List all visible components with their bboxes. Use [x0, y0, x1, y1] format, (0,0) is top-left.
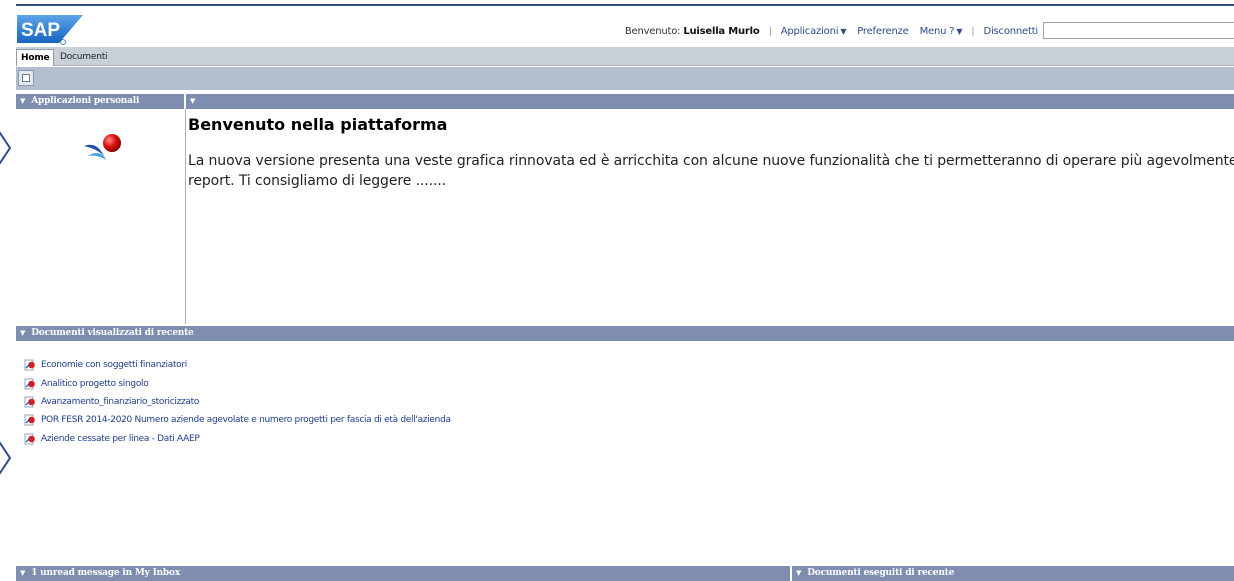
report-document-icon [24, 414, 36, 426]
list-item[interactable]: Aziende cessate per linea - Dati AAEP [24, 430, 451, 448]
preferences-link[interactable]: Preferenze [857, 26, 909, 37]
report-document-icon [24, 378, 36, 390]
report-document-icon [24, 396, 36, 408]
recent-documents-header[interactable]: ▼ Documenti visualizzati di recente [16, 326, 1234, 341]
document-link[interactable]: Economie con soggetti finanziatori [41, 360, 187, 370]
collapse-triangle-icon: ▼ [20, 569, 26, 577]
help-menu[interactable]: Menu ? ▼ [920, 26, 963, 37]
section-title: Documenti eseguiti di recente [807, 568, 955, 578]
document-link[interactable]: Aziende cessate per linea - Dati AAEP [41, 434, 200, 444]
welcome-title: Benvenuto nella piattaforma [188, 115, 448, 134]
separator: | [971, 26, 975, 37]
page-settings-button[interactable] [18, 70, 34, 86]
user-name: Luisella Murlo [683, 26, 760, 37]
personal-apps-header[interactable]: ▼ Applicazioni personali [16, 94, 184, 109]
section-title: Documenti visualizzati di recente [31, 328, 194, 338]
logout-link[interactable]: Disconnetti [983, 26, 1038, 37]
tab-documents[interactable]: Documenti [56, 49, 111, 66]
chevron-down-icon: ▼ [840, 27, 847, 36]
left-chevron-icon [0, 441, 12, 475]
collapse-triangle-icon: ▼ [20, 97, 26, 105]
applications-menu[interactable]: Applicazioni ▼ [781, 26, 847, 37]
tab-strip: Home Documenti [16, 47, 1234, 66]
list-item[interactable]: Avanzamento_finanziario_storicizzato [24, 393, 451, 411]
document-link[interactable]: Analitico progetto singolo [41, 379, 149, 389]
collapse-triangle-icon: ▼ [796, 569, 802, 577]
panel-divider [185, 109, 186, 324]
tab-home[interactable]: Home [16, 49, 55, 66]
list-item[interactable]: Economie con soggetti finanziatori [24, 356, 451, 374]
sap-logo: SAP [17, 13, 83, 45]
left-chevron-icon [0, 131, 12, 165]
welcome-line-1: La nuova versione presenta una veste gra… [188, 153, 1234, 169]
header-links: Benvenuto: Luisella Murlo | Applicazioni… [625, 26, 1038, 37]
list-item[interactable]: Analitico progetto singolo [24, 374, 451, 392]
welcome-label: Benvenuto: [624, 26, 681, 37]
welcome-text: La nuova versione presenta una veste gra… [188, 151, 1234, 191]
section-title: Applicazioni personali [31, 96, 140, 106]
report-document-icon [24, 433, 36, 445]
grid-icon [22, 74, 30, 82]
separator: | [768, 26, 772, 37]
chevron-down-icon: ▼ [956, 27, 963, 36]
document-link[interactable]: POR FESR 2014-2020 Numero aziende agevol… [41, 415, 451, 425]
top-header: SAP Benvenuto: Luisella Murlo | Applicaz… [0, 0, 1234, 46]
collapse-triangle-icon: ▼ [190, 97, 196, 105]
app-launcher-icon[interactable] [78, 130, 128, 166]
welcome-line-2: report. Ti consigliamo di leggere ......… [188, 173, 447, 189]
recent-documents-list: Economie con soggetti finanziatori Anali… [24, 356, 451, 448]
inbox-header[interactable]: ▼ 1 unread message in My Inbox [16, 566, 790, 581]
collapse-triangle-icon: ▼ [20, 329, 26, 337]
svg-text:SAP: SAP [21, 20, 60, 41]
toolbar [16, 67, 1234, 90]
list-item[interactable]: POR FESR 2014-2020 Numero aziende agevol… [24, 411, 451, 429]
search-input[interactable] [1043, 22, 1234, 39]
section-title: 1 unread message in My Inbox [31, 568, 180, 578]
main-panel-header[interactable]: ▼ [186, 94, 1234, 109]
executed-documents-header[interactable]: ▼ Documenti eseguiti di recente [792, 566, 1234, 581]
report-document-icon [24, 359, 36, 371]
document-link[interactable]: Avanzamento_finanziario_storicizzato [41, 397, 199, 407]
header-divider [16, 4, 1234, 6]
